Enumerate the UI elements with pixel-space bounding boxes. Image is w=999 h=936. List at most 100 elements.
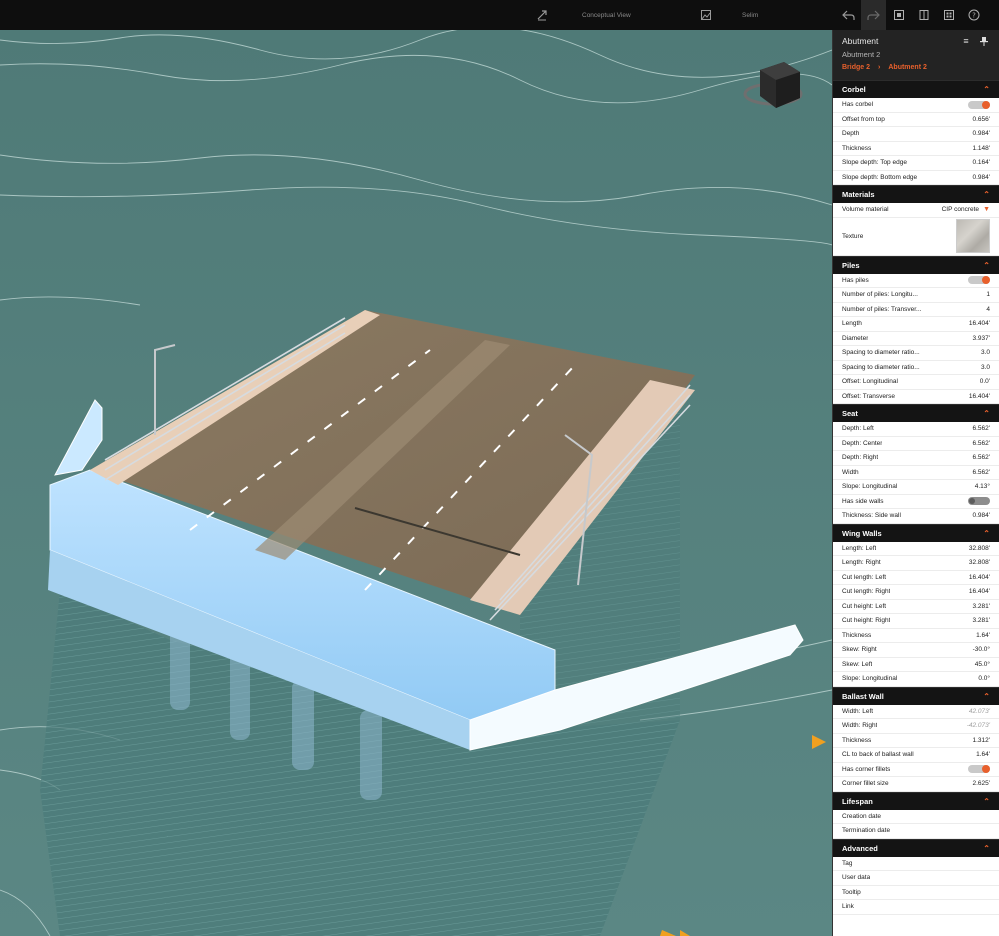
3d-viewport[interactable]: [0, 30, 832, 936]
row-value[interactable]: 6.562': [972, 440, 990, 447]
row-label: Thickness: [842, 736, 872, 744]
row-has-corner-fillets: Has corner fillets: [833, 763, 999, 777]
toggle-switch[interactable]: [968, 276, 990, 285]
row-label: Slope depth: Bottom edge: [842, 173, 918, 181]
row-termination-date: Termination date: [833, 824, 999, 839]
help-button[interactable]: ?: [961, 0, 986, 30]
row-value[interactable]: 0.164': [972, 159, 990, 166]
row-label: Creation date: [842, 812, 882, 820]
row-slope-longitudinal: Slope: Longitudinal 0.0°: [833, 672, 999, 687]
chevron-up-icon[interactable]: ⌃: [983, 797, 990, 806]
chevron-up-icon[interactable]: ⌃: [983, 692, 990, 701]
volume-material-select[interactable]: CIP concrete ▼: [942, 206, 990, 213]
row-value[interactable]: 16.404': [969, 320, 990, 327]
section-wing-walls-header[interactable]: Wing Walls ⌃: [833, 523, 999, 542]
row-value[interactable]: 16.404': [969, 574, 990, 581]
row-offset-longitudinal: Offset: Longitudinal 0.0': [833, 375, 999, 390]
view-mode-button[interactable]: Conceptual View: [536, 0, 631, 30]
row-value[interactable]: 1.312': [972, 737, 990, 744]
chevron-up-icon[interactable]: ⌃: [983, 190, 990, 199]
row-value[interactable]: 32.808': [969, 545, 990, 552]
section-title: Advanced: [842, 843, 878, 853]
breadcrumb-item-bridge[interactable]: Bridge 2: [842, 64, 870, 71]
row-value[interactable]: 32.808': [969, 559, 990, 566]
toggle-switch[interactable]: [968, 100, 990, 109]
chevron-up-icon[interactable]: ⌃: [983, 261, 990, 270]
row-label: Number of piles: Longitu...: [842, 291, 918, 299]
section-seat: Seat ⌃ Depth: Left 6.562' Depth: Center 6.562…: [833, 404, 999, 524]
chevron-up-icon[interactable]: ⌃: [983, 85, 990, 94]
book-button[interactable]: [911, 0, 936, 30]
select-label: Selim: [742, 11, 759, 19]
row-value[interactable]: 1.148': [972, 145, 990, 152]
row-value[interactable]: 0.984': [972, 512, 990, 519]
layers-button[interactable]: [886, 0, 911, 30]
row-value[interactable]: 0.984': [972, 130, 990, 137]
undo-button[interactable]: [836, 0, 861, 30]
row-value[interactable]: 4.13°: [975, 483, 990, 490]
row-value[interactable]: 6.562': [972, 469, 990, 476]
section-title: Ballast Wall: [842, 691, 884, 701]
row-value[interactable]: 6.562': [972, 425, 990, 432]
select-button[interactable]: Selim: [700, 0, 758, 30]
section-materials: Materials ⌃ Volume material CIP concrete ▼ Te…: [833, 185, 999, 256]
chevron-up-icon[interactable]: ⌃: [983, 529, 990, 538]
redo-button[interactable]: [861, 0, 886, 30]
row-value[interactable]: 1: [986, 291, 990, 298]
breadcrumb-item-abutment[interactable]: Abutment 2: [888, 64, 927, 71]
row-value[interactable]: 3.281': [972, 617, 990, 624]
row-value[interactable]: 3.0: [981, 364, 990, 371]
row-value[interactable]: 6.562': [972, 454, 990, 461]
row-value[interactable]: 45.0°: [975, 661, 990, 668]
row-value[interactable]: 0.0°: [978, 675, 990, 682]
row-label: Has corner fillets: [842, 765, 891, 773]
row-value[interactable]: 4: [986, 306, 990, 313]
section-lifespan-header[interactable]: Lifespan ⌃: [833, 791, 999, 810]
row-label: Skew: Left: [842, 660, 873, 668]
grid-icon: [943, 10, 954, 20]
row-cut-height-left: Cut height: Left 3.281': [833, 600, 999, 614]
row-cut-length-left: Cut length: Left 16.404': [833, 571, 999, 585]
grid-button[interactable]: [936, 0, 961, 30]
row-number-of-piles-transver: Number of piles: Transver... 4: [833, 303, 999, 317]
pin-icon[interactable]: [979, 36, 989, 46]
row-value[interactable]: 1.64': [976, 751, 990, 758]
section-seat-header[interactable]: Seat ⌃: [833, 404, 999, 422]
chevron-up-icon[interactable]: ⌃: [983, 409, 990, 418]
section-wing-walls: Wing Walls ⌃ Length: Left 32.808' Length: Ri…: [833, 523, 999, 687]
row-label: Offset: Longitudinal: [842, 378, 898, 386]
row-value[interactable]: 1.64': [976, 632, 990, 639]
row-value[interactable]: 16.404': [969, 588, 990, 595]
row-value[interactable]: 0.656': [972, 116, 990, 123]
row-label: Thickness: [842, 631, 872, 639]
menu-icon[interactable]: ≡: [961, 36, 971, 46]
row-value[interactable]: -30.0°: [973, 646, 990, 653]
row-label: Depth: [842, 130, 860, 138]
section-piles-header[interactable]: Piles ⌃: [833, 255, 999, 274]
row-value[interactable]: 0.984': [972, 174, 990, 181]
row-thickness: Thickness 1.64': [833, 629, 999, 643]
row-depth: Depth 0.984': [833, 127, 999, 142]
toggle-switch[interactable]: [968, 765, 990, 774]
row-value[interactable]: 16.404': [969, 393, 990, 400]
row-value[interactable]: 42.073': [969, 708, 990, 715]
row-value[interactable]: 3.937': [972, 335, 990, 342]
row-label: Thickness: [842, 144, 872, 152]
row-value[interactable]: 3.281': [972, 603, 990, 610]
row-label: Has piles: [842, 276, 869, 284]
select-value: CIP concrete: [941, 206, 980, 214]
section-ballast-wall-header[interactable]: Ballast Wall ⌃: [833, 686, 999, 705]
chevron-up-icon[interactable]: ⌃: [983, 844, 990, 853]
row-spacing-to-diameter-ratio: Spacing to diameter ratio... 3.0: [833, 361, 999, 375]
row-value[interactable]: 2.625': [972, 780, 990, 787]
toggle-switch[interactable]: [968, 497, 990, 506]
section-advanced-header[interactable]: Advanced ⌃: [833, 838, 999, 857]
section-corbel-header[interactable]: Corbel ⌃: [833, 80, 999, 98]
row-label: Has corbel: [842, 101, 874, 109]
row-value[interactable]: -42.073': [967, 722, 990, 729]
section-lifespan: Lifespan ⌃ Creation date Termination date: [833, 791, 999, 839]
row-value[interactable]: 0.0': [980, 378, 990, 385]
section-materials-header[interactable]: Materials ⌃: [833, 185, 999, 203]
row-value[interactable]: 3.0: [981, 349, 990, 356]
texture-swatch[interactable]: [956, 219, 990, 253]
